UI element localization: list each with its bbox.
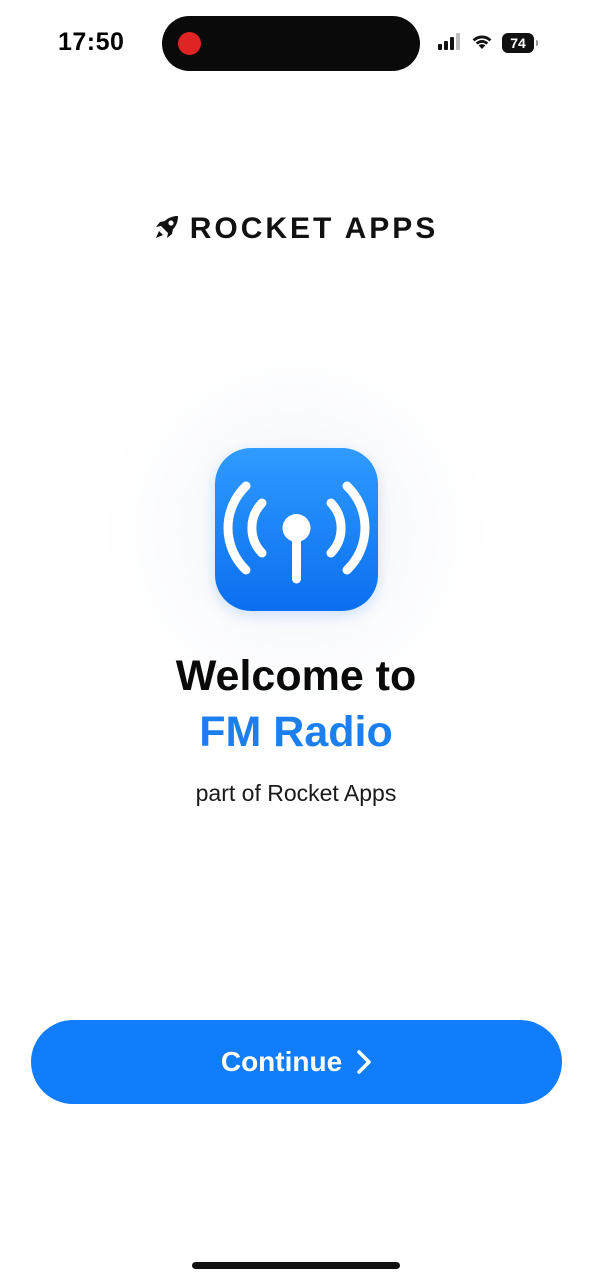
chevron-right-icon: [356, 1049, 372, 1075]
continue-label: Continue: [220, 1046, 343, 1077]
dynamic-island: [162, 16, 420, 71]
app-name-title: FM Radio: [199, 708, 393, 756]
brand-logo: ROCKET APPS: [0, 212, 592, 246]
rocket-icon: [154, 214, 180, 245]
welcome-title: Welcome to: [175, 652, 417, 700]
status-icons: 74: [438, 32, 538, 55]
status-bar: 17:50 74: [0, 0, 592, 90]
brand-name: ROCKET APPS: [189, 212, 439, 245]
recording-indicator: [178, 32, 201, 55]
welcome-subtitle: part of Rocket Apps: [195, 780, 397, 806]
home-indicator[interactable]: [192, 1262, 400, 1269]
battery-icon: 74: [502, 33, 538, 53]
radio-antenna-icon: [215, 448, 378, 611]
continue-button[interactable]: Continue: [31, 1020, 562, 1104]
signal-icon: [438, 32, 462, 55]
status-time: 17:50: [58, 28, 125, 56]
battery-level: 74: [510, 35, 526, 51]
wifi-icon: [470, 32, 494, 55]
